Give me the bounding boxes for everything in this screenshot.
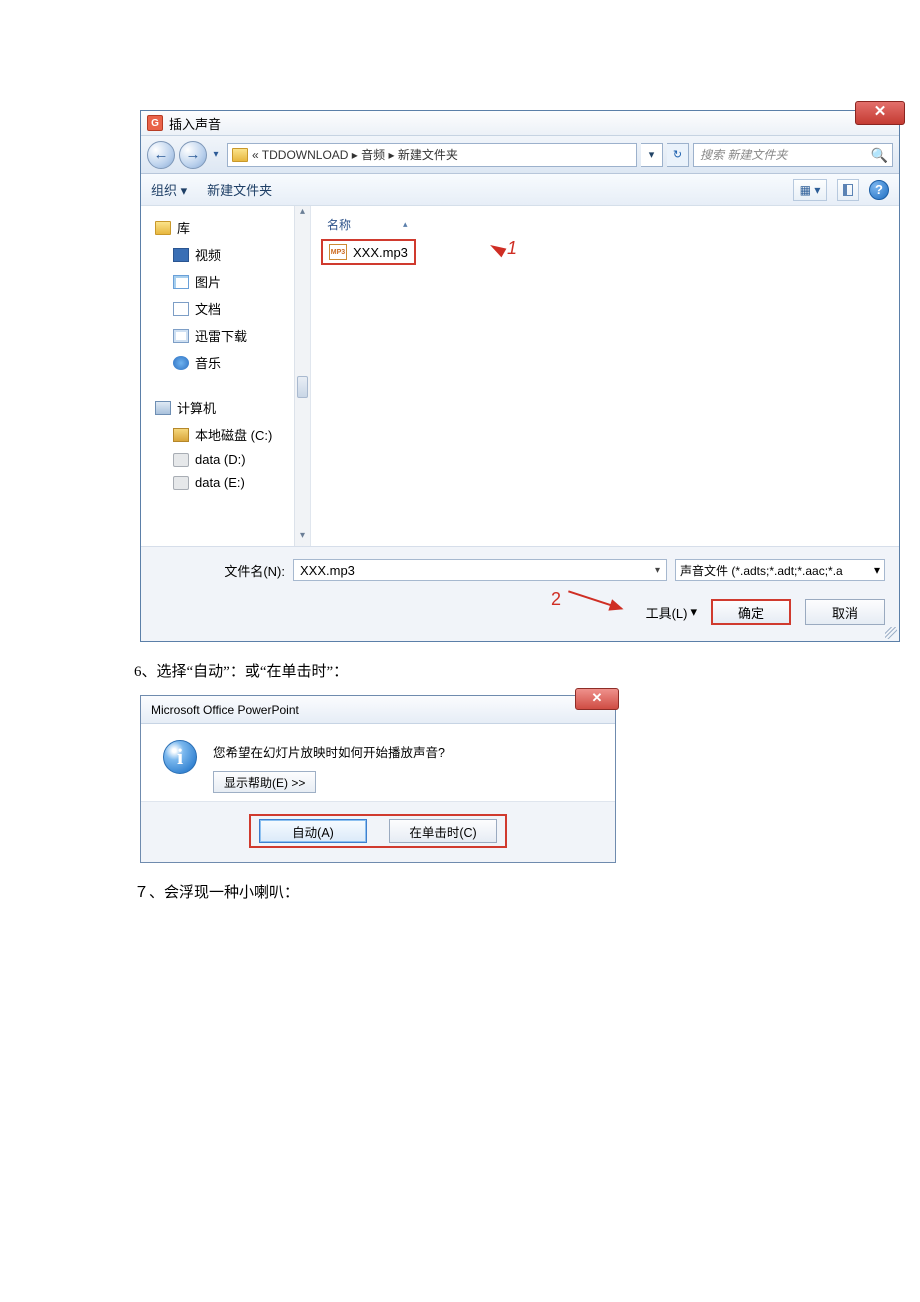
folder-icon [232, 148, 248, 162]
tree-music[interactable]: 音乐 [155, 349, 310, 376]
chevron-down-icon[interactable]: ▾ [874, 563, 880, 577]
help-button[interactable]: ? [869, 180, 889, 200]
new-folder-button[interactable]: 新建文件夹 [207, 180, 272, 199]
dialog-title: 插入声音 [169, 114, 221, 133]
drive-icon [173, 476, 189, 490]
tree-xunlei[interactable]: 迅雷下载 [155, 322, 310, 349]
filter-text: 声音文件 (*.adts;*.adt;*.aac;*.a [680, 562, 843, 579]
toolbar: 组织 ▾ 新建文件夹 ▦ ▾ ? [141, 174, 899, 206]
drive-icon [173, 428, 189, 442]
preview-icon [843, 184, 853, 196]
arrow-icon [568, 590, 622, 609]
tools-menu[interactable]: 工具(L) ▾ [646, 603, 697, 622]
pictures-icon [173, 275, 189, 289]
mp3-file-icon: MP3 [329, 244, 347, 260]
libraries-icon [155, 221, 171, 235]
app-icon: G [147, 115, 163, 131]
tree-drive-d[interactable]: data (D:) [155, 448, 310, 471]
address-dropdown[interactable]: ▾ [641, 143, 663, 167]
tree-drive-e[interactable]: data (E:) [155, 471, 310, 494]
annotation-2: 2 [551, 589, 623, 610]
msgbox-body: i 您希望在幻灯片放映时如何开始播放声音? 显示帮助(E) >> [141, 724, 615, 801]
close-button[interactable]: ✕ [855, 101, 905, 125]
on-click-button[interactable]: 在单击时(C) [389, 819, 497, 843]
cancel-button[interactable]: 取消 [805, 599, 885, 625]
filename-input[interactable]: XXX.mp3 ▾ [293, 559, 667, 581]
annotation-1: 1 [489, 238, 517, 259]
chevron-down-icon: ▾ [690, 604, 697, 620]
step-6-caption: 6、选择“自动”：或“在单击时”： [134, 660, 920, 681]
download-icon [173, 329, 189, 343]
close-button[interactable]: ✕ [575, 688, 619, 710]
show-help-button[interactable]: 显示帮助(E) >> [213, 771, 316, 793]
forward-button[interactable]: → [179, 141, 207, 169]
search-icon: 🔍 [871, 147, 888, 164]
tree-video[interactable]: 视频 [155, 241, 310, 268]
tree-pictures[interactable]: 图片 [155, 268, 310, 295]
scroll-down-icon[interactable]: ▾ [295, 530, 310, 546]
breadcrumb: « TDDOWNLOAD ▸ 音频 ▸ 新建文件夹 [252, 146, 458, 163]
tree-libraries[interactable]: 库 [155, 214, 310, 241]
computer-icon [155, 401, 171, 415]
documents-icon [173, 302, 189, 316]
file-list[interactable]: 名称 ▴ MP3 XXX.mp3 1 [311, 206, 899, 546]
organize-menu[interactable]: 组织 ▾ [151, 180, 187, 199]
arrow-icon [488, 240, 507, 257]
resize-grip[interactable] [885, 627, 897, 639]
column-header-name[interactable]: 名称 ▴ [321, 212, 899, 237]
msgbox-titlebar[interactable]: Microsoft Office PowerPoint ✕ [141, 696, 615, 724]
file-item-selected[interactable]: MP3 XXX.mp3 [321, 239, 416, 265]
filename-label: 文件名(N): [155, 561, 285, 580]
msgbox-footer: 自动(A) 在单击时(C) [141, 801, 615, 862]
powerpoint-message-box: Microsoft Office PowerPoint ✕ i 您希望在幻灯片放… [140, 695, 616, 863]
address-bar[interactable]: « TDDOWNLOAD ▸ 音频 ▸ 新建文件夹 [227, 143, 637, 167]
navigation-bar: ← → ▾ « TDDOWNLOAD ▸ 音频 ▸ 新建文件夹 ▾ ↻ 搜索 新… [141, 136, 899, 174]
tree-drive-c[interactable]: 本地磁盘 (C:) [155, 421, 310, 448]
history-dropdown[interactable]: ▾ [209, 144, 223, 166]
file-type-filter[interactable]: 声音文件 (*.adts;*.adt;*.aac;*.a ▾ [675, 559, 885, 581]
preview-pane-button[interactable] [837, 179, 859, 201]
step-7-caption: ７、会浮现一种小喇叭： [134, 881, 920, 902]
scroll-thumb[interactable] [297, 376, 308, 398]
tree-computer[interactable]: 计算机 [155, 394, 310, 421]
chevron-down-icon[interactable]: ▾ [655, 565, 660, 576]
tree-scrollbar[interactable]: ▴ ▾ [294, 206, 310, 546]
drive-icon [173, 453, 189, 467]
search-input[interactable]: 搜索 新建文件夹 🔍 [693, 143, 893, 167]
ok-button[interactable]: 确定 [711, 599, 791, 625]
info-icon: i [163, 740, 197, 774]
auto-button[interactable]: 自动(A) [259, 819, 367, 843]
dialog-footer: 文件名(N): XXX.mp3 ▾ 声音文件 (*.adts;*.adt;*.a… [141, 546, 899, 641]
refresh-button[interactable]: ↻ [667, 143, 689, 167]
view-mode-button[interactable]: ▦ ▾ [793, 179, 827, 201]
tree-documents[interactable]: 文档 [155, 295, 310, 322]
scroll-up-icon[interactable]: ▴ [295, 206, 310, 222]
msgbox-title: Microsoft Office PowerPoint [151, 703, 299, 717]
msgbox-message: 您希望在幻灯片放映时如何开始播放声音? [213, 740, 445, 761]
file-name: XXX.mp3 [353, 245, 408, 260]
navigation-tree[interactable]: 库 视频 图片 文档 迅雷下载 音乐 计算机 本地磁盘 (C:) data (D… [141, 206, 311, 546]
filename-value: XXX.mp3 [300, 563, 355, 578]
sort-indicator-icon: ▴ [403, 219, 408, 230]
highlighted-buttons: 自动(A) 在单击时(C) [249, 814, 507, 848]
search-placeholder: 搜索 新建文件夹 [700, 146, 787, 163]
music-icon [173, 356, 189, 370]
dialog-body: 库 视频 图片 文档 迅雷下载 音乐 计算机 本地磁盘 (C:) data (D… [141, 206, 899, 546]
video-icon [173, 248, 189, 262]
dialog-titlebar[interactable]: G 插入声音 ✕ [141, 111, 899, 136]
insert-sound-file-dialog: G 插入声音 ✕ ← → ▾ « TDDOWNLOAD ▸ 音频 ▸ 新建文件夹… [140, 110, 900, 642]
back-button[interactable]: ← [147, 141, 175, 169]
